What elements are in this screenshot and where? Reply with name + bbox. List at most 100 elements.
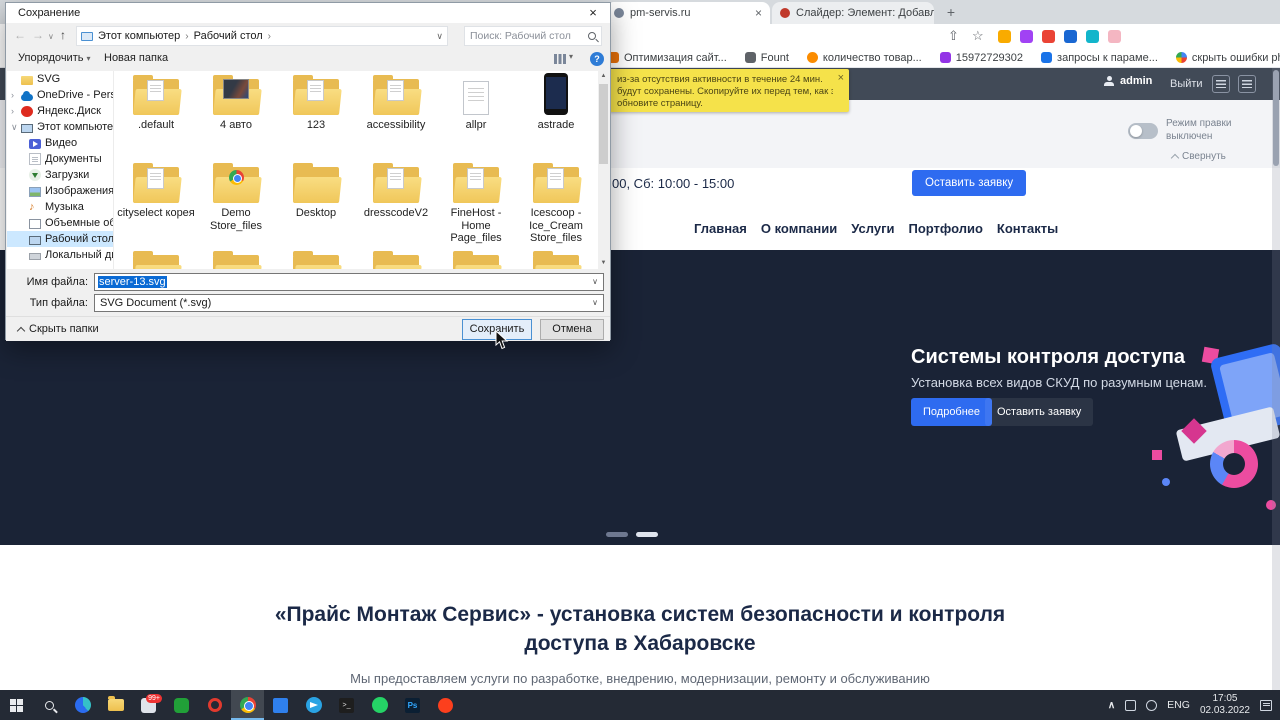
hero-request-button[interactable]: Оставить заявку — [985, 398, 1094, 426]
filename-dropdown-icon[interactable]: ∨ — [588, 275, 602, 289]
filetype-dropdown-icon[interactable]: ∨ — [588, 296, 602, 310]
tree-item-this-pc[interactable]: ∨ Этот компьютер — [7, 119, 113, 135]
scrollbar-thumb[interactable] — [599, 84, 608, 164]
filetype-select[interactable]: SVG Document (*.svg) ∨ — [94, 294, 604, 312]
action-center-icon[interactable] — [1260, 699, 1272, 711]
notice-close-icon[interactable]: × — [838, 72, 844, 84]
file-item-partial[interactable] — [437, 247, 515, 269]
back-icon[interactable]: ← — [14, 28, 26, 42]
bookmark-item[interactable]: скрыть ошибки ph... — [1175, 52, 1280, 64]
taskbar-app-whatsapp[interactable] — [363, 690, 396, 720]
bookmark-item[interactable]: количество товар... — [806, 52, 922, 64]
filename-input[interactable]: server-13.svg ∨ — [94, 273, 604, 291]
extension-icon[interactable] — [1108, 30, 1121, 43]
taskbar-app-yandex[interactable] — [429, 690, 462, 720]
tab-pm-servis[interactable]: pm-servis.ru × — [606, 2, 770, 24]
file-item-partial[interactable] — [117, 247, 195, 269]
logout-button[interactable]: Выйти — [1170, 78, 1203, 90]
extension-icon[interactable] — [998, 30, 1011, 43]
taskbar-app-vscode[interactable] — [264, 690, 297, 720]
hero-more-button[interactable]: Подробнее — [911, 398, 993, 426]
taskbar-app-opera[interactable] — [198, 690, 231, 720]
extension-icon[interactable] — [1086, 30, 1099, 43]
tray-expand-icon[interactable]: ∧ — [1108, 700, 1115, 711]
tree-item-desktop-selected[interactable]: Рабочий стол — [7, 231, 113, 247]
tree-item-videos[interactable]: Видео — [7, 135, 113, 151]
start-button[interactable] — [0, 690, 33, 720]
nav-link-portfolio[interactable]: Портфолио — [908, 221, 982, 236]
chevron-right-icon[interactable]: › — [11, 106, 17, 116]
nav-link-services[interactable]: Услуги — [851, 221, 894, 236]
tree-item-documents[interactable]: Документы — [7, 151, 113, 167]
panel-settings-icon[interactable] — [1212, 75, 1230, 93]
breadcrumb-dropdown-icon[interactable]: ∨ — [436, 31, 443, 42]
page-scrollbar[interactable] — [1272, 68, 1280, 690]
bookmark-item[interactable]: Оптимизация сайт... — [608, 52, 727, 64]
taskbar-app-badged[interactable]: 99+ — [132, 690, 165, 720]
dialog-search-input[interactable]: Поиск: Рабочий стол — [464, 26, 602, 46]
taskbar-clock[interactable]: 17:05 02.03.2022 — [1200, 693, 1250, 718]
extension-icon[interactable] — [1020, 30, 1033, 43]
scroll-up-icon[interactable]: ▲ — [598, 71, 609, 82]
chevron-right-icon[interactable]: › — [11, 90, 17, 100]
taskbar-app-telegram[interactable] — [297, 690, 330, 720]
tree-item-onedrive[interactable]: ›OneDrive - Person... — [7, 87, 113, 103]
nav-link-home[interactable]: Главная — [694, 221, 747, 236]
new-folder-button[interactable]: Новая папка — [104, 52, 168, 64]
hide-folders-button[interactable]: Скрыть папки — [16, 323, 99, 335]
bookmark-item[interactable]: Fount — [744, 52, 789, 64]
tab-slider-editor[interactable]: Слайдер: Элемент: Добавление × — [772, 2, 934, 24]
tree-item-downloads[interactable]: Загрузки — [7, 167, 113, 183]
bookmark-item[interactable]: 15972729302 — [939, 52, 1023, 64]
help-icon[interactable]: ? — [590, 52, 604, 66]
tree-item-music[interactable]: ♪ Музыка — [7, 199, 113, 215]
file-list-scrollbar[interactable]: ▲ ▼ — [598, 71, 609, 269]
tree-item-3d-objects[interactable]: Объемные объ... — [7, 215, 113, 231]
collapse-panel-button[interactable]: Свернуть — [1170, 151, 1231, 163]
view-dropdown-icon[interactable]: ▾ — [569, 52, 573, 61]
file-item[interactable]: dresscodeV2 — [357, 159, 435, 247]
dialog-close-button[interactable]: × — [576, 3, 610, 23]
forward-icon[interactable]: → — [32, 28, 44, 42]
carousel-indicator-active[interactable] — [636, 532, 658, 537]
breadcrumb-this-pc[interactable]: Этот компьютер — [98, 30, 180, 42]
up-icon[interactable]: ↑ — [60, 28, 66, 42]
file-item[interactable]: astrade — [517, 71, 595, 159]
carousel-indicator[interactable] — [606, 532, 628, 537]
scrollbar-thumb[interactable] — [1273, 70, 1279, 166]
file-item[interactable]: cityselect корея — [117, 159, 195, 247]
taskbar-app-terminal[interactable]: >_ — [330, 690, 363, 720]
nav-link-about[interactable]: О компании — [761, 221, 837, 236]
taskbar-app-explorer[interactable] — [99, 690, 132, 720]
admin-user-button[interactable]: admin — [1104, 75, 1152, 87]
file-item[interactable]: allpr — [437, 71, 515, 159]
file-item-partial[interactable] — [517, 247, 595, 269]
tray-icon[interactable] — [1125, 699, 1137, 711]
file-item[interactable]: Icescoop - Ice_Cream Store_files — [517, 159, 595, 247]
file-item[interactable]: accessibility — [357, 71, 435, 159]
panel-edit-icon[interactable] — [1238, 75, 1256, 93]
header-request-button[interactable]: Оставить заявку — [912, 170, 1027, 196]
chevron-down-icon[interactable]: ∨ — [11, 122, 18, 133]
tree-item-svg[interactable]: SVG — [7, 71, 113, 87]
extension-icon[interactable] — [1064, 30, 1077, 43]
file-item[interactable]: 4 авто — [197, 71, 275, 159]
bookmark-star-icon[interactable]: ☆ — [972, 28, 984, 44]
tray-icon[interactable] — [1146, 699, 1158, 711]
file-item[interactable]: Desktop — [277, 159, 355, 247]
cancel-button[interactable]: Отмена — [540, 319, 604, 340]
view-options-icon[interactable] — [554, 54, 566, 64]
nav-link-contacts[interactable]: Контакты — [997, 221, 1058, 236]
taskbar-app-chrome[interactable] — [231, 690, 264, 720]
file-item[interactable]: Demo Store_files — [197, 159, 275, 247]
new-tab-button[interactable]: + — [942, 4, 960, 22]
file-item[interactable]: .default — [117, 71, 195, 159]
file-item-partial[interactable] — [277, 247, 355, 269]
edit-mode-toggle[interactable] — [1128, 122, 1158, 139]
breadcrumb-desktop[interactable]: Рабочий стол — [194, 30, 263, 42]
extension-icon[interactable] — [1042, 30, 1055, 43]
tab-close-icon[interactable]: × — [755, 7, 762, 19]
taskbar-app-photoshop[interactable]: Ps — [396, 690, 429, 720]
taskbar-search-button[interactable] — [33, 690, 66, 720]
language-indicator[interactable]: ENG — [1167, 699, 1190, 711]
